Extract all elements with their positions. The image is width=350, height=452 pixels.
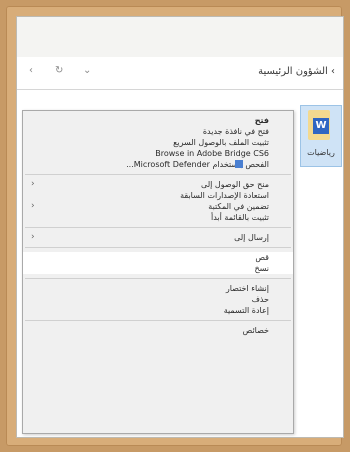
menu-separator (25, 320, 291, 321)
defender-icon (235, 160, 243, 168)
breadcrumb[interactable]: › الشؤون الرئيسية (258, 66, 335, 77)
context-menu-item[interactable]: استعادة الإصدارات السابقة (23, 190, 293, 201)
context-menu-item[interactable]: Browse in Adobe Bridge CS6 (23, 148, 293, 159)
context-menu-item[interactable]: فتح في نافذة جديدة (23, 126, 293, 137)
menu-separator (25, 247, 291, 248)
context-menu-item[interactable]: تثبيت بالقائمة أبدأ (23, 212, 293, 223)
context-menu-item[interactable]: إنشاء اختصار (23, 283, 293, 294)
address-bar[interactable]: ‹ ↻ ⌄ › الشؤون الرئيسية (17, 57, 343, 90)
menu-separator (25, 278, 291, 279)
chevron-down-icon[interactable]: ⌄ (83, 65, 91, 76)
context-menu-item[interactable]: إرسال إلى (23, 232, 293, 243)
context-menu: فتح فتح في نافذة جديدة تثبيت الملف بالوصول… (22, 110, 294, 434)
file-list-area: W رياضيات فتح فتح في نافذة جديدة تثبيت الم… (17, 90, 343, 437)
menu-separator (25, 174, 291, 175)
context-menu-item[interactable]: تثبيت الملف بالوصول السريع (23, 137, 293, 148)
word-document-icon: W (313, 118, 329, 134)
context-menu-item[interactable]: خصائص (23, 325, 293, 336)
context-menu-item[interactable]: منح حق الوصول إلى (23, 179, 293, 190)
file-item[interactable]: W رياضيات (300, 105, 342, 167)
context-menu-item[interactable]: إعادة التسمية (23, 305, 293, 316)
context-menu-item[interactable]: نسخ (23, 263, 293, 274)
back-icon[interactable]: ‹ (29, 65, 33, 76)
context-menu-item[interactable]: فتح (23, 115, 293, 126)
context-menu-item[interactable]: الفحص باستخدام Microsoft Defender... (23, 159, 293, 170)
context-menu-item[interactable]: قص (23, 252, 293, 263)
photo-frame: ‹ ↻ ⌄ › الشؤون الرئيسية W رياضيات فتح فتح… (6, 6, 344, 446)
menu-separator (25, 227, 291, 228)
context-menu-item[interactable]: حذف (23, 294, 293, 305)
file-name: رياضيات (307, 148, 335, 157)
refresh-icon[interactable]: ↻ (55, 65, 63, 76)
file-explorer-window: ‹ ↻ ⌄ › الشؤون الرئيسية W رياضيات فتح فتح… (16, 16, 344, 438)
context-menu-item[interactable]: تضمين في المكتبة (23, 201, 293, 212)
